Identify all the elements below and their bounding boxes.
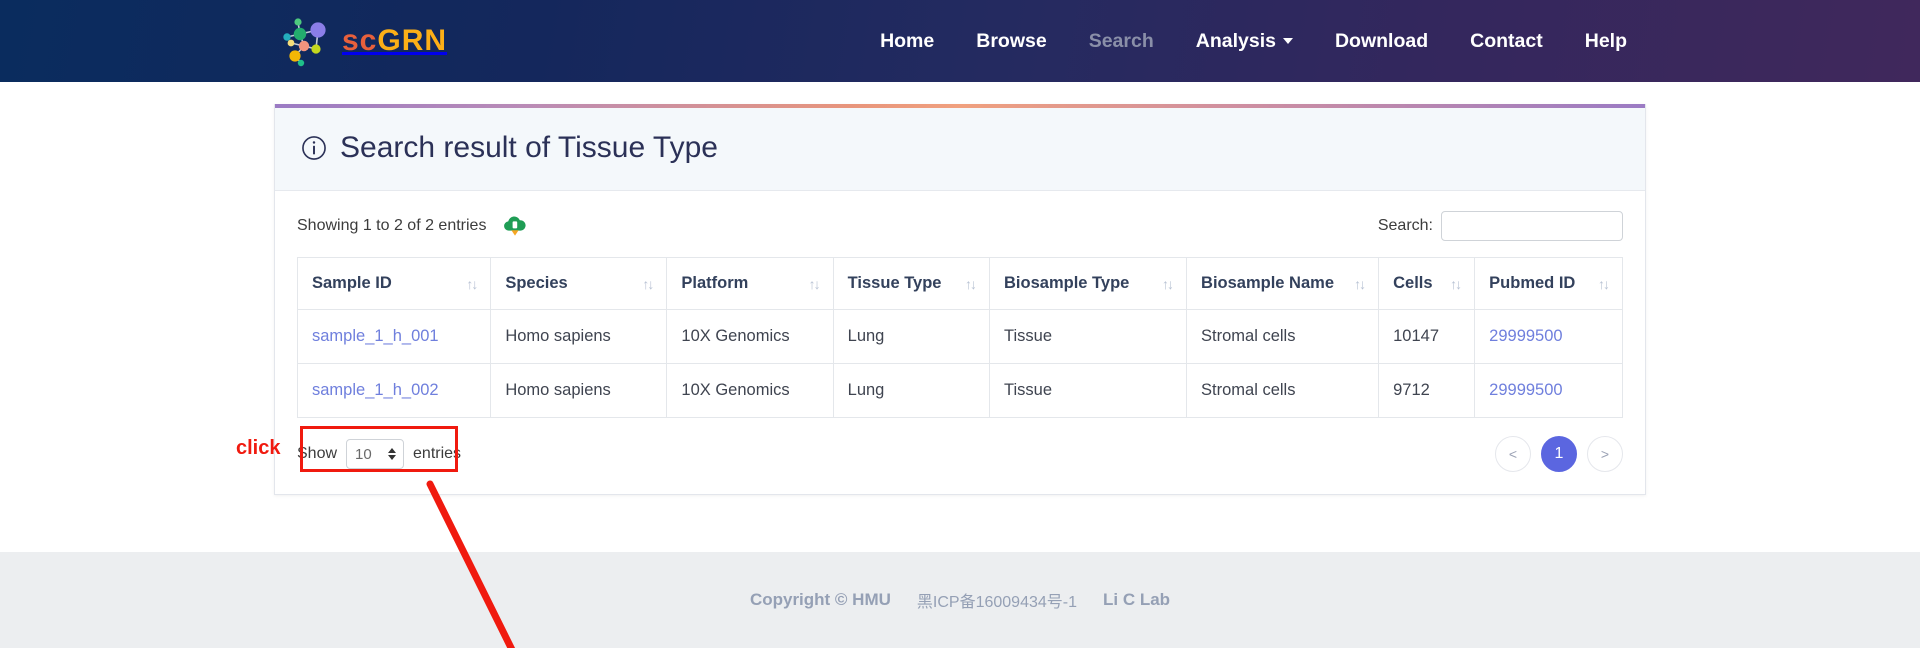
table-body: sample_1_h_001 Homo sapiens 10X Genomics…: [296, 309, 1623, 418]
table-row: sample_1_h_001 Homo sapiens 10X Genomics…: [296, 309, 1623, 364]
column-header-cells-label: Cells: [1393, 274, 1433, 292]
cell-tissue-type: Lung: [832, 363, 991, 418]
sort-arrows-icon: ↑↓: [1450, 275, 1462, 292]
column-header-biosample-type[interactable]: Biosample Type ↑↓: [989, 257, 1188, 310]
column-header-tissue-type[interactable]: Tissue Type ↑↓: [832, 257, 991, 310]
brand-text: scGRN: [342, 24, 447, 58]
nav-item-analysis[interactable]: Analysis: [1175, 22, 1314, 61]
column-header-biosample-type-label: Biosample Type: [1004, 274, 1130, 292]
cell-biosample-type: Tissue: [989, 363, 1188, 418]
nav-item-download[interactable]: Download: [1314, 22, 1449, 61]
pagination-page-1-button[interactable]: 1: [1541, 436, 1577, 472]
page-footer: Copyright © HMU 黑ICP备16009434号-1 Li C La…: [0, 552, 1920, 648]
column-header-platform-label: Platform: [681, 274, 749, 292]
column-header-pubmed-id-label: Pubmed ID: [1489, 274, 1576, 292]
table-length-suffix: entries: [413, 445, 462, 462]
chevron-down-icon: [1282, 38, 1293, 44]
sort-arrows-icon: ↑↓: [1354, 275, 1366, 292]
column-header-cells[interactable]: Cells ↑↓: [1378, 257, 1476, 310]
table-length-group: Show 10 25 50 100 entries: [297, 439, 461, 469]
sort-arrows-icon: ↑↓: [965, 275, 977, 292]
pubmed-id-link[interactable]: 29999500: [1489, 327, 1562, 345]
annotation-click-label: click: [236, 437, 281, 459]
sort-arrows-icon: ↑↓: [1598, 275, 1610, 292]
column-header-species-label: Species: [505, 274, 568, 292]
cell-sample-id: sample_1_h_001: [296, 309, 492, 364]
table-length-select[interactable]: 10 25 50 100: [346, 439, 405, 469]
cell-cells: 10147: [1378, 309, 1476, 364]
table-header-row: Sample ID ↑↓ Species ↑↓ Platform ↑↓ Tiss…: [296, 257, 1623, 310]
column-header-sample-id[interactable]: Sample ID ↑↓: [296, 257, 492, 310]
column-header-tissue-type-label: Tissue Type: [847, 274, 942, 292]
cell-platform: 10X Genomics: [666, 309, 834, 364]
card-header: Search result of Tissue Type: [275, 108, 1645, 191]
nav-item-contact[interactable]: Contact: [1449, 22, 1564, 61]
top-navbar: scGRN Home Browse Search Analysis Downlo…: [0, 0, 1920, 82]
brand-logo-link[interactable]: scGRN: [278, 0, 447, 82]
column-header-sample-id-label: Sample ID: [312, 274, 392, 292]
cell-species: Homo sapiens: [490, 363, 668, 418]
sort-arrows-icon: ↑↓: [1162, 275, 1174, 292]
results-table: Sample ID ↑↓ Species ↑↓ Platform ↑↓ Tiss…: [296, 257, 1623, 418]
nav-item-home[interactable]: Home: [859, 22, 955, 61]
footer-icp-license: 黑ICP备16009434号-1: [916, 594, 1077, 611]
cell-tissue-type: Lung: [832, 309, 991, 364]
table-length-select-wrap: 10 25 50 100: [346, 439, 405, 469]
page-content: Search result of Tissue Type Showing 1 t…: [0, 82, 1920, 648]
column-header-platform[interactable]: Platform ↑↓: [666, 257, 834, 310]
brand-text-sc: sc: [342, 24, 378, 57]
nav-item-search[interactable]: Search: [1068, 22, 1175, 61]
table-row: sample_1_h_002 Homo sapiens 10X Genomics…: [296, 363, 1623, 418]
table-length-prefix: Show: [297, 445, 338, 462]
cloud-download-icon[interactable]: [502, 213, 528, 239]
pagination-next-button[interactable]: >: [1587, 436, 1623, 472]
table-search-input[interactable]: [1441, 211, 1623, 241]
column-header-biosample-name[interactable]: Biosample Name ↑↓: [1186, 257, 1380, 310]
footer-lab: Li C Lab: [1103, 590, 1171, 609]
search-result-card: Search result of Tissue Type Showing 1 t…: [274, 104, 1646, 495]
sample-id-link[interactable]: sample_1_h_001: [312, 327, 439, 345]
table-search-group: Search:: [1378, 211, 1623, 241]
molecule-network-logo-icon: [283, 18, 326, 67]
pagination-prev-button[interactable]: <: [1495, 436, 1531, 472]
sort-arrows-icon: ↑↓: [808, 275, 821, 292]
cell-sample-id: sample_1_h_002: [296, 363, 492, 418]
sort-arrows-icon: ↑↓: [466, 275, 478, 292]
column-header-pubmed-id[interactable]: Pubmed ID ↑↓: [1474, 257, 1623, 310]
cell-biosample-name: Stromal cells: [1186, 309, 1380, 364]
page-title: Search result of Tissue Type: [301, 130, 1619, 166]
column-header-biosample-name-label: Biosample Name: [1201, 274, 1334, 292]
table-info-group: Showing 1 to 2 of 2 entries: [297, 213, 528, 239]
column-header-species[interactable]: Species ↑↓: [490, 257, 668, 310]
sample-id-link[interactable]: sample_1_h_002: [312, 381, 439, 399]
nav-item-analysis-label: Analysis: [1195, 29, 1276, 52]
sort-arrows-icon: ↑↓: [642, 275, 654, 292]
brand-text-grn: GRN: [377, 24, 448, 57]
table-showing-info: Showing 1 to 2 of 2 entries: [297, 217, 487, 234]
table-search-label: Search:: [1377, 217, 1433, 234]
footer-content: Copyright © HMU 黑ICP备16009434号-1 Li C La…: [750, 588, 1170, 612]
cell-biosample-name: Stromal cells: [1186, 363, 1380, 418]
pubmed-id-link[interactable]: 29999500: [1489, 381, 1562, 399]
pagination: < 1 >: [1495, 436, 1623, 472]
info-circle-icon: [302, 136, 326, 160]
cell-pubmed-id: 29999500: [1474, 363, 1623, 418]
table-toolbar: Showing 1 to 2 of 2 entries Search:: [297, 211, 1623, 241]
cell-platform: 10X Genomics: [666, 363, 834, 418]
table-footer: Show 10 25 50 100 entries: [297, 436, 1623, 478]
nav-item-browse[interactable]: Browse: [955, 22, 1067, 61]
cell-species: Homo sapiens: [490, 309, 668, 364]
footer-copyright: Copyright © HMU: [749, 590, 891, 609]
page-title-text: Search result of Tissue Type: [340, 131, 718, 164]
cell-cells: 9712: [1378, 363, 1476, 418]
main-nav: Home Browse Search Analysis Download Con…: [859, 22, 1648, 61]
nav-item-help[interactable]: Help: [1564, 22, 1648, 61]
cell-pubmed-id: 29999500: [1474, 309, 1623, 364]
card-body: Showing 1 to 2 of 2 entries Search: Samp…: [275, 191, 1645, 494]
cell-biosample-type: Tissue: [989, 309, 1188, 364]
table-head: Sample ID ↑↓ Species ↑↓ Platform ↑↓ Tiss…: [296, 257, 1623, 310]
